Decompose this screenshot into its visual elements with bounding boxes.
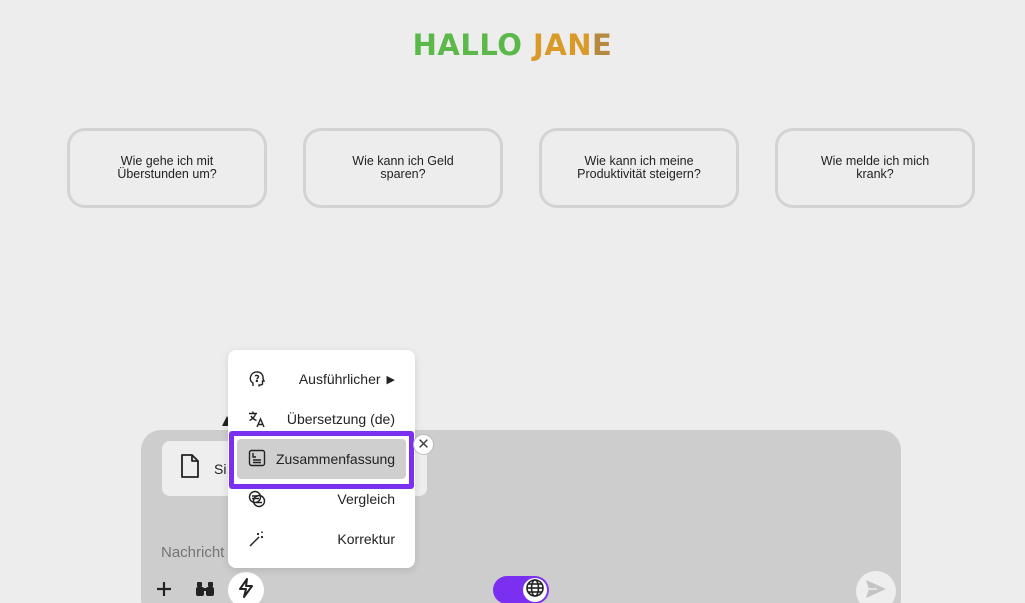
- greeting-part-hallo: HALLO: [412, 28, 534, 62]
- menu-item-label: Übersetzung (de): [286, 411, 395, 427]
- globe-icon: [525, 578, 545, 603]
- suggestion-card-save-money[interactable]: Wie kann ich Geld sparen?: [303, 128, 503, 208]
- send-button[interactable]: [856, 571, 896, 603]
- menu-item-label: Korrektur: [337, 531, 395, 547]
- attachment-name: Si: [214, 460, 227, 477]
- menu-item-zusammenfassung[interactable]: Zusammenfassung: [237, 439, 406, 479]
- greeting-part-name-end: E: [592, 28, 613, 62]
- menu-item-korrektur[interactable]: Korrektur: [228, 519, 415, 559]
- submenu-arrow-icon: ▶: [386, 373, 395, 386]
- binoculars-icon: [195, 580, 215, 603]
- suggestion-card-productivity[interactable]: Wie kann ich meine Produktivität steiger…: [539, 128, 739, 208]
- suggestion-text: Wie gehe ich mit Überstunden um?: [117, 154, 217, 181]
- menu-item-label: Ausführlicher: [298, 371, 381, 387]
- suggestion-text: Wie melde ich mich krank?: [820, 154, 930, 181]
- summary-icon: [248, 449, 266, 470]
- close-button[interactable]: ✕: [413, 434, 434, 455]
- suggestion-text: Wie kann ich Geld sparen?: [352, 154, 454, 181]
- actions-button[interactable]: [228, 572, 264, 603]
- menu-item-label: Vergleich: [337, 491, 395, 507]
- suggestion-card-overtime[interactable]: Wie gehe ich mit Überstunden um?: [67, 128, 267, 208]
- suggestion-card-sick-leave[interactable]: Wie melde ich mich krank?: [775, 128, 975, 208]
- magic-wand-icon: [248, 530, 266, 548]
- greeting-title: HALLO JANE: [0, 28, 1025, 62]
- add-button[interactable]: [150, 578, 178, 603]
- translate-icon: [248, 410, 266, 428]
- menu-item-label: Zusammenfassung: [276, 451, 396, 467]
- plus-icon: [155, 580, 173, 603]
- send-icon: [865, 579, 887, 603]
- lightning-bolt-icon: [236, 577, 256, 603]
- search-button[interactable]: [191, 578, 219, 603]
- web-search-toggle[interactable]: [493, 576, 549, 603]
- compare-icon: [248, 490, 266, 508]
- toggle-knob: [523, 578, 547, 602]
- menu-item-ausfuehrlicher[interactable]: Ausführlicher ▶: [228, 359, 415, 399]
- close-icon: ✕: [417, 436, 430, 453]
- suggestion-text: Wie kann ich meine Produktivität steiger…: [577, 154, 701, 181]
- greeting-part-name: JAN: [533, 28, 593, 62]
- head-question-icon: [248, 370, 266, 388]
- document-icon: [178, 453, 202, 484]
